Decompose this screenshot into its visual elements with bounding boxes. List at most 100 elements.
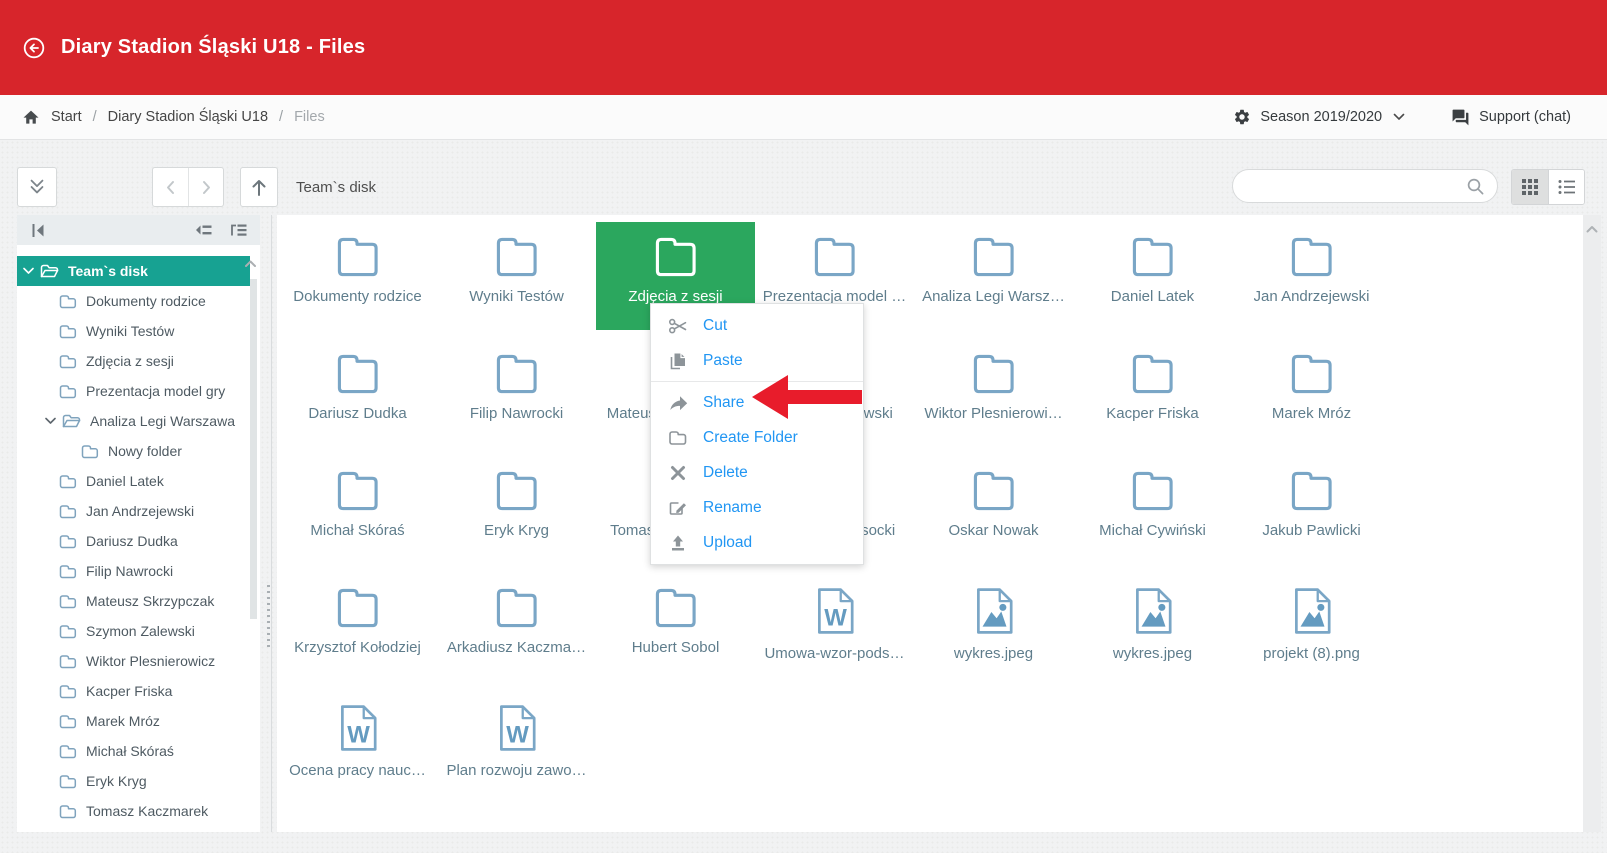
context-menu-item[interactable]: Paste bbox=[651, 343, 863, 378]
tree-item[interactable]: Dariusz Dudka bbox=[17, 526, 250, 556]
tree-item[interactable]: Wyniki Testów bbox=[17, 316, 250, 346]
folder-icon bbox=[1128, 469, 1178, 513]
chevron-left-icon bbox=[162, 178, 180, 197]
search-box bbox=[1232, 169, 1498, 203]
tree-item[interactable]: Nowy folder bbox=[17, 436, 250, 466]
tree-item[interactable]: Eryk Kryg bbox=[17, 766, 250, 796]
file-grid-item[interactable]: W Filip Nawrocki bbox=[437, 339, 596, 456]
folder-icon bbox=[492, 469, 542, 513]
folder-icon bbox=[492, 235, 542, 279]
list-view-button[interactable] bbox=[1548, 170, 1584, 204]
tree-item[interactable]: Mateusz Skrzypczak bbox=[17, 586, 250, 616]
file-item-label: Eryk Kryg bbox=[484, 522, 549, 539]
collapse-all-icon[interactable] bbox=[194, 221, 213, 239]
file-grid-item[interactable]: W Analiza Legi Warsz… bbox=[914, 222, 1073, 339]
file-grid-item[interactable]: W Wyniki Testów bbox=[437, 222, 596, 339]
file-grid-item[interactable]: W Marek Mróz bbox=[1232, 339, 1391, 456]
file-grid-item[interactable]: W Krzysztof Kołodziej bbox=[278, 573, 437, 690]
folder-icon bbox=[333, 469, 383, 513]
folder-icon bbox=[59, 714, 77, 729]
file-grid-item[interactable]: W Daniel Latek bbox=[1073, 222, 1232, 339]
file-grid-item[interactable]: W Hubert Sobol bbox=[596, 573, 755, 690]
file-grid-item[interactable]: W projekt (8).png bbox=[1232, 573, 1391, 690]
tree-item[interactable]: Team`s disk bbox=[17, 256, 250, 286]
folder-icon bbox=[969, 235, 1019, 279]
file-grid-item[interactable]: W Michał Cywiński bbox=[1073, 456, 1232, 573]
expand-all-icon[interactable] bbox=[229, 221, 248, 239]
tree-expander-icon[interactable] bbox=[23, 267, 34, 275]
nav-forward-button[interactable] bbox=[188, 168, 223, 206]
context-menu-item[interactable]: Rename bbox=[651, 490, 863, 525]
tree-item-label: Prezentacja model gry bbox=[86, 383, 225, 399]
file-grid-item[interactable]: W Ocena pracy nauc… bbox=[278, 690, 437, 807]
file-grid-item[interactable]: W Kacper Friska bbox=[1073, 339, 1232, 456]
file-item-label: Wyniki Testów bbox=[469, 288, 564, 305]
main-scrollbar[interactable] bbox=[1583, 215, 1601, 832]
tree-item[interactable]: Prezentacja model gry bbox=[17, 376, 250, 406]
folder-icon bbox=[492, 586, 542, 630]
svg-text:W: W bbox=[506, 722, 529, 749]
back-button[interactable] bbox=[22, 36, 46, 60]
sidebar-scroll-up-icon[interactable] bbox=[244, 259, 257, 268]
context-menu-item[interactable]: Create Folder bbox=[651, 420, 863, 455]
folder-icon bbox=[59, 624, 77, 639]
tree-item[interactable]: Analiza Legi Warszawa bbox=[17, 406, 250, 436]
tree-item[interactable]: Marek Mróz bbox=[17, 706, 250, 736]
go-up-button[interactable] bbox=[240, 167, 278, 207]
collapse-sidebar-icon[interactable] bbox=[29, 221, 47, 240]
file-grid-item[interactable]: W wykres.jpeg bbox=[914, 573, 1073, 690]
tree-item[interactable]: Kacper Friska bbox=[17, 676, 250, 706]
panel-splitter bbox=[271, 215, 272, 832]
file-grid-item[interactable]: W Jakub Pawlicki bbox=[1232, 456, 1391, 573]
grid-view-button[interactable] bbox=[1512, 170, 1548, 204]
file-grid-item[interactable]: W Oskar Nowak bbox=[914, 456, 1073, 573]
folder-icon bbox=[59, 384, 77, 399]
context-menu-item[interactable]: Cut bbox=[651, 308, 863, 343]
current-location-label: Team`s disk bbox=[296, 179, 376, 196]
tree-item[interactable]: Jan Andrzejewski bbox=[17, 496, 250, 526]
tree-item[interactable]: Dokumenty rodzice bbox=[17, 286, 250, 316]
context-menu-item-label: Cut bbox=[703, 317, 727, 335]
context-menu-item[interactable]: Upload bbox=[651, 525, 863, 560]
tree-expander-icon[interactable] bbox=[45, 417, 56, 425]
file-grid-item[interactable]: W Plan rozwoju zawo… bbox=[437, 690, 596, 807]
file-grid-item[interactable]: W wykres.jpeg bbox=[1073, 573, 1232, 690]
splitter-drag-handle[interactable] bbox=[267, 585, 270, 647]
tree-item[interactable]: Tomasz Kaczmarek bbox=[17, 796, 250, 826]
tree-item[interactable]: Filip Nawrocki bbox=[17, 556, 250, 586]
tree-item[interactable]: Michał Skóraś bbox=[17, 736, 250, 766]
file-item-label: Michał Cywiński bbox=[1099, 522, 1206, 539]
tree-item-label: Tomasz Kaczmarek bbox=[86, 803, 208, 819]
tree-item[interactable]: Szymon Zalewski bbox=[17, 616, 250, 646]
tree-item[interactable]: Daniel Latek bbox=[17, 466, 250, 496]
search-input[interactable] bbox=[1249, 178, 1466, 194]
nav-back-button[interactable] bbox=[153, 168, 188, 206]
tree-item-label: Jan Andrzejewski bbox=[86, 503, 194, 519]
delete-icon bbox=[668, 463, 688, 483]
support-chat-button[interactable]: Support (chat) bbox=[1451, 108, 1571, 127]
season-selector[interactable]: Season 2019/2020 bbox=[1233, 108, 1405, 126]
file-grid-item[interactable]: W Arkadiusz Kaczma… bbox=[437, 573, 596, 690]
file-grid-item[interactable]: W Michał Skóraś bbox=[278, 456, 437, 573]
share-icon bbox=[668, 393, 688, 413]
file-grid-item[interactable]: W Wiktor Plesnierowi… bbox=[914, 339, 1073, 456]
collapse-toolbar-button[interactable] bbox=[17, 167, 57, 207]
tree-item[interactable]: Zdjęcia z sesji bbox=[17, 346, 250, 376]
breadcrumb-item-diary[interactable]: Diary Stadion Śląski U18 bbox=[108, 109, 268, 125]
file-grid-item[interactable]: W Dariusz Dudka bbox=[278, 339, 437, 456]
main-scroll-up-icon[interactable] bbox=[1585, 224, 1599, 234]
tree-item[interactable]: Wiktor Plesnierowicz bbox=[17, 646, 250, 676]
folder-icon bbox=[1128, 235, 1178, 279]
search-icon[interactable] bbox=[1466, 177, 1485, 196]
svg-text:W: W bbox=[347, 722, 370, 749]
sidebar-scrollbar-thumb[interactable] bbox=[250, 279, 257, 619]
file-grid-item[interactable]: W Jan Andrzejewski bbox=[1232, 222, 1391, 339]
tree-item-label: Wyniki Testów bbox=[86, 323, 174, 339]
file-grid-item[interactable]: W Umowa-wzor-pods… bbox=[755, 573, 914, 690]
file-grid-item[interactable]: W Dokumenty rodzice bbox=[278, 222, 437, 339]
breadcrumb-item-start[interactable]: Start bbox=[51, 109, 82, 125]
context-menu-item[interactable]: Delete bbox=[651, 455, 863, 490]
file-grid-item[interactable]: W Eryk Kryg bbox=[437, 456, 596, 573]
home-icon[interactable] bbox=[22, 109, 40, 125]
back-circle-icon bbox=[22, 36, 46, 60]
